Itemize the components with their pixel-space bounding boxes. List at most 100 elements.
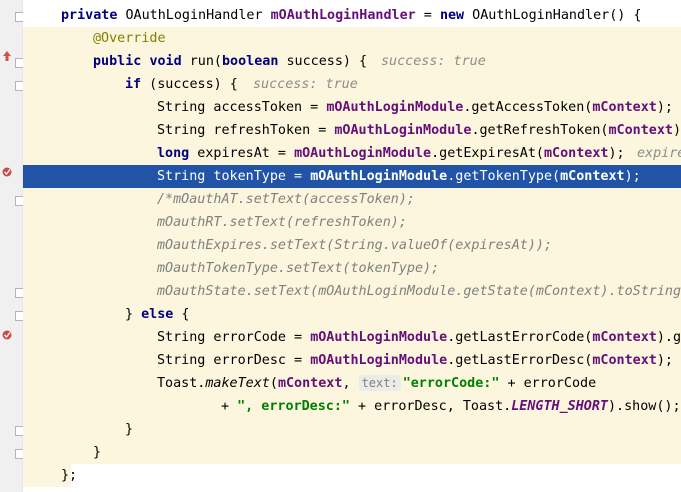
code-token: = <box>415 8 440 23</box>
code-token: String errorCode = <box>157 330 311 345</box>
inline-debug-value: success: true <box>253 77 358 92</box>
code-text: mOauthExpires.setText(String.valueOf(exp… <box>157 234 552 257</box>
code-token: , <box>342 376 359 391</box>
code-token: mContext <box>277 376 343 391</box>
code-token: Toast. <box>157 376 206 391</box>
code-token: OAuthLoginHandler() { <box>464 8 642 23</box>
code-text: long expiresAt = mOAuthLoginModule.getEx… <box>157 142 625 165</box>
code-token: mOAuthLoginModule <box>334 123 472 138</box>
code-token: mContext <box>544 146 609 161</box>
code-line[interactable]: }; <box>23 464 77 487</box>
code-line-selected[interactable]: String tokenType = mOAuthLoginModule.get… <box>23 165 681 188</box>
code-line[interactable]: } else { <box>23 303 681 326</box>
code-token: + errorCode <box>499 376 597 391</box>
code-line[interactable]: @Override <box>23 27 681 50</box>
code-token: (success) { <box>141 77 238 92</box>
code-token: String accessToken = <box>157 100 327 115</box>
code-token: + errorDesc, Toast. <box>350 399 512 414</box>
code-token: @Override <box>93 31 166 46</box>
code-line[interactable]: mOauthTokenType.setText(tokenType); <box>23 257 681 280</box>
code-token: ( <box>269 376 278 391</box>
code-text: } else { <box>125 303 190 326</box>
code-line[interactable]: private OAuthLoginHandler mOAuthLoginHan… <box>23 4 681 27</box>
code-token: OAuthLoginHandler <box>117 8 271 23</box>
code-token: .getTokenType( <box>447 169 561 184</box>
inline-debug-value: expire <box>637 146 681 161</box>
parameter-hint: text: <box>358 375 401 391</box>
code-token: mOAuthLoginModule <box>310 330 448 345</box>
code-line[interactable]: + ", errorDesc:" + errorDesc, Toast.LENG… <box>23 395 681 418</box>
code-token: success) { <box>278 54 368 69</box>
code-text: }; <box>61 464 77 487</box>
code-token: String tokenType = <box>157 169 311 184</box>
code-token: ).show(); <box>608 399 681 414</box>
code-token: expiresAt = <box>189 146 295 161</box>
code-line[interactable]: public void run(boolean success) { <box>23 50 681 73</box>
code-line[interactable]: } <box>23 418 681 441</box>
code-token: } <box>125 307 142 322</box>
code-line[interactable]: mOauthExpires.setText(String.valueOf(exp… <box>23 234 681 257</box>
code-token: mContext <box>592 100 657 115</box>
code-text: mOauthState.setText(mOAuthLoginModule.ge… <box>157 280 681 303</box>
editor-gutter[interactable] <box>0 0 22 492</box>
code-text: String tokenType = mOAuthLoginModule.get… <box>157 165 641 188</box>
code-token: } <box>125 422 134 437</box>
code-token: LENGTH_SHORT <box>511 399 608 414</box>
code-text: @Override <box>93 27 166 50</box>
code-token: .getAccessToken( <box>463 100 593 115</box>
code-line[interactable]: String errorDesc = mOAuthLoginModule.get… <box>23 349 681 372</box>
code-text: Toast.makeText(mContext, text: "errorCode… <box>157 372 596 395</box>
code-token: .getExpiresAt( <box>431 146 544 161</box>
code-token: new <box>439 8 465 23</box>
code-token: ); <box>656 353 673 368</box>
code-token: mOAuthLoginModule <box>310 353 448 368</box>
code-line[interactable]: String errorCode = mOAuthLoginModule.get… <box>23 326 681 349</box>
code-token: mOAuthLoginModule <box>294 146 432 161</box>
code-line[interactable]: mOauthState.setText(mOAuthLoginModule.ge… <box>23 280 681 303</box>
code-line[interactable]: String refreshToken = mOAuthLoginModule.… <box>23 119 681 142</box>
code-token: makeText <box>205 376 270 391</box>
breakpoint-icon[interactable] <box>1 166 13 178</box>
code-text: String refreshToken = mOAuthLoginModule.… <box>157 119 681 142</box>
code-token: mOauthRT.setText(refreshToken); <box>157 215 407 230</box>
code-text: /*mOauthAT.setText(accessToken); <box>157 188 415 211</box>
code-line[interactable]: long expiresAt = mOAuthLoginModule.getEx… <box>23 142 681 165</box>
code-text: private OAuthLoginHandler mOAuthLoginHan… <box>61 4 642 27</box>
code-token: .getLastErrorCode( <box>447 330 593 345</box>
code-token: mContext <box>592 353 657 368</box>
code-token: void <box>149 54 182 69</box>
code-text: if (success) { <box>125 73 238 96</box>
code-token: { <box>173 307 190 322</box>
code-token: }; <box>61 468 78 483</box>
code-token: mOauthExpires.setText(String.valueOf(exp… <box>157 238 553 253</box>
code-token: long <box>157 146 190 161</box>
code-token: boolean <box>222 54 279 69</box>
code-text: } <box>125 418 133 441</box>
code-text: + ", errorDesc:" + errorDesc, Toast.LENG… <box>221 395 681 418</box>
code-token: public <box>93 54 142 69</box>
code-token: mContext <box>608 123 674 138</box>
code-text: String errorDesc = mOAuthLoginModule.get… <box>157 349 673 372</box>
override-arrow-up-icon[interactable] <box>1 50 13 62</box>
code-line[interactable]: /*mOauthAT.setText(accessToken); <box>23 188 681 211</box>
code-token: .getLastErrorDesc( <box>447 353 593 368</box>
code-token: if <box>125 77 142 92</box>
code-line[interactable]: String accessToken = mOAuthLoginModule.g… <box>23 96 681 119</box>
code-line[interactable]: } <box>23 441 681 464</box>
code-token: ).ge <box>656 330 681 345</box>
code-editor[interactable]: private OAuthLoginHandler mOAuthLoginHan… <box>23 0 681 492</box>
code-token: mOAuthLoginModule <box>326 100 464 115</box>
code-line[interactable]: Toast.makeText(mContext, text: "errorCode… <box>23 372 681 395</box>
code-token: mContext <box>560 169 625 184</box>
code-token: String errorDesc = <box>157 353 311 368</box>
code-token: + <box>221 399 238 414</box>
code-text: } <box>93 441 101 464</box>
code-token: "errorCode:" <box>402 376 500 391</box>
inline-debug-value: success: true <box>381 54 486 69</box>
code-token: else <box>141 307 174 322</box>
code-text: String errorCode = mOAuthLoginModule.get… <box>157 326 681 349</box>
code-token: /*mOauthAT.setText(accessToken); <box>157 192 415 207</box>
breakpoint-icon[interactable] <box>1 329 13 341</box>
code-line[interactable]: mOauthRT.setText(refreshToken); <box>23 211 681 234</box>
code-token: ); <box>624 169 641 184</box>
